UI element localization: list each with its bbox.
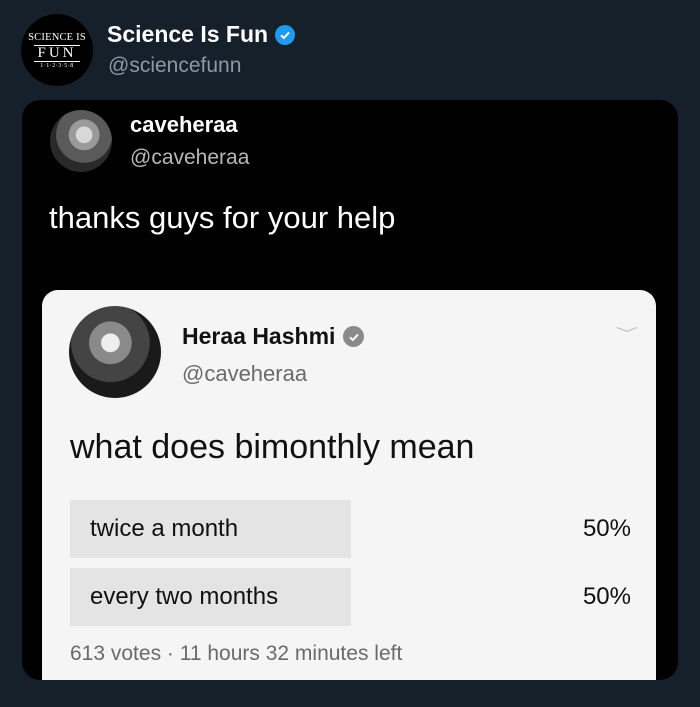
author-name[interactable]: Science Is Fun xyxy=(107,21,296,48)
poll-author-handle: @caveheraa xyxy=(182,361,308,386)
inner-author-handle: @caveheraa xyxy=(130,146,250,169)
verified-badge-icon xyxy=(343,326,365,347)
poll-tweet-card: Heraa Hashmi @caveheraa ﹀ what does bimo… xyxy=(42,290,656,680)
screenshot-card: caveheraa @caveheraa thanks guys for you… xyxy=(22,100,678,680)
logo-line-1: SCIENCE IS xyxy=(28,31,86,43)
poll-option-percent: 50% xyxy=(582,515,631,542)
poll-option-label: twice a month xyxy=(90,515,239,542)
poll-author-name: Heraa Hashmi xyxy=(182,323,365,350)
poll-author-avatar xyxy=(69,306,161,398)
author-handle[interactable]: @sciencefunn xyxy=(108,54,241,78)
inner-tweet-text: thanks guys for your help xyxy=(49,200,396,235)
poll-question: what does bimonthly mean xyxy=(70,428,475,466)
logo-line-2: FUN xyxy=(34,44,80,62)
inner-avatar xyxy=(50,110,112,172)
science-is-fun-avatar[interactable]: SCIENCE IS FUN 1·1·2·3·5·8 xyxy=(21,14,93,86)
logo-line-3: 1·1·2·3·5·8 xyxy=(40,62,74,69)
chevron-down-icon: ﹀ xyxy=(615,326,639,342)
poll-option: twice a month 50% xyxy=(70,500,631,558)
poll-option-percent: 50% xyxy=(582,583,631,610)
author-name-text: Science Is Fun xyxy=(107,21,269,47)
inner-author-name: caveheraa xyxy=(130,112,238,137)
poll-option: every two months 50% xyxy=(70,568,631,626)
verified-badge-icon xyxy=(275,24,296,45)
poll-author-name-text: Heraa Hashmi xyxy=(182,323,336,349)
poll-footer: 613 votes · 11 hours 32 minutes left xyxy=(70,642,403,665)
poll-option-label: every two months xyxy=(90,583,279,610)
